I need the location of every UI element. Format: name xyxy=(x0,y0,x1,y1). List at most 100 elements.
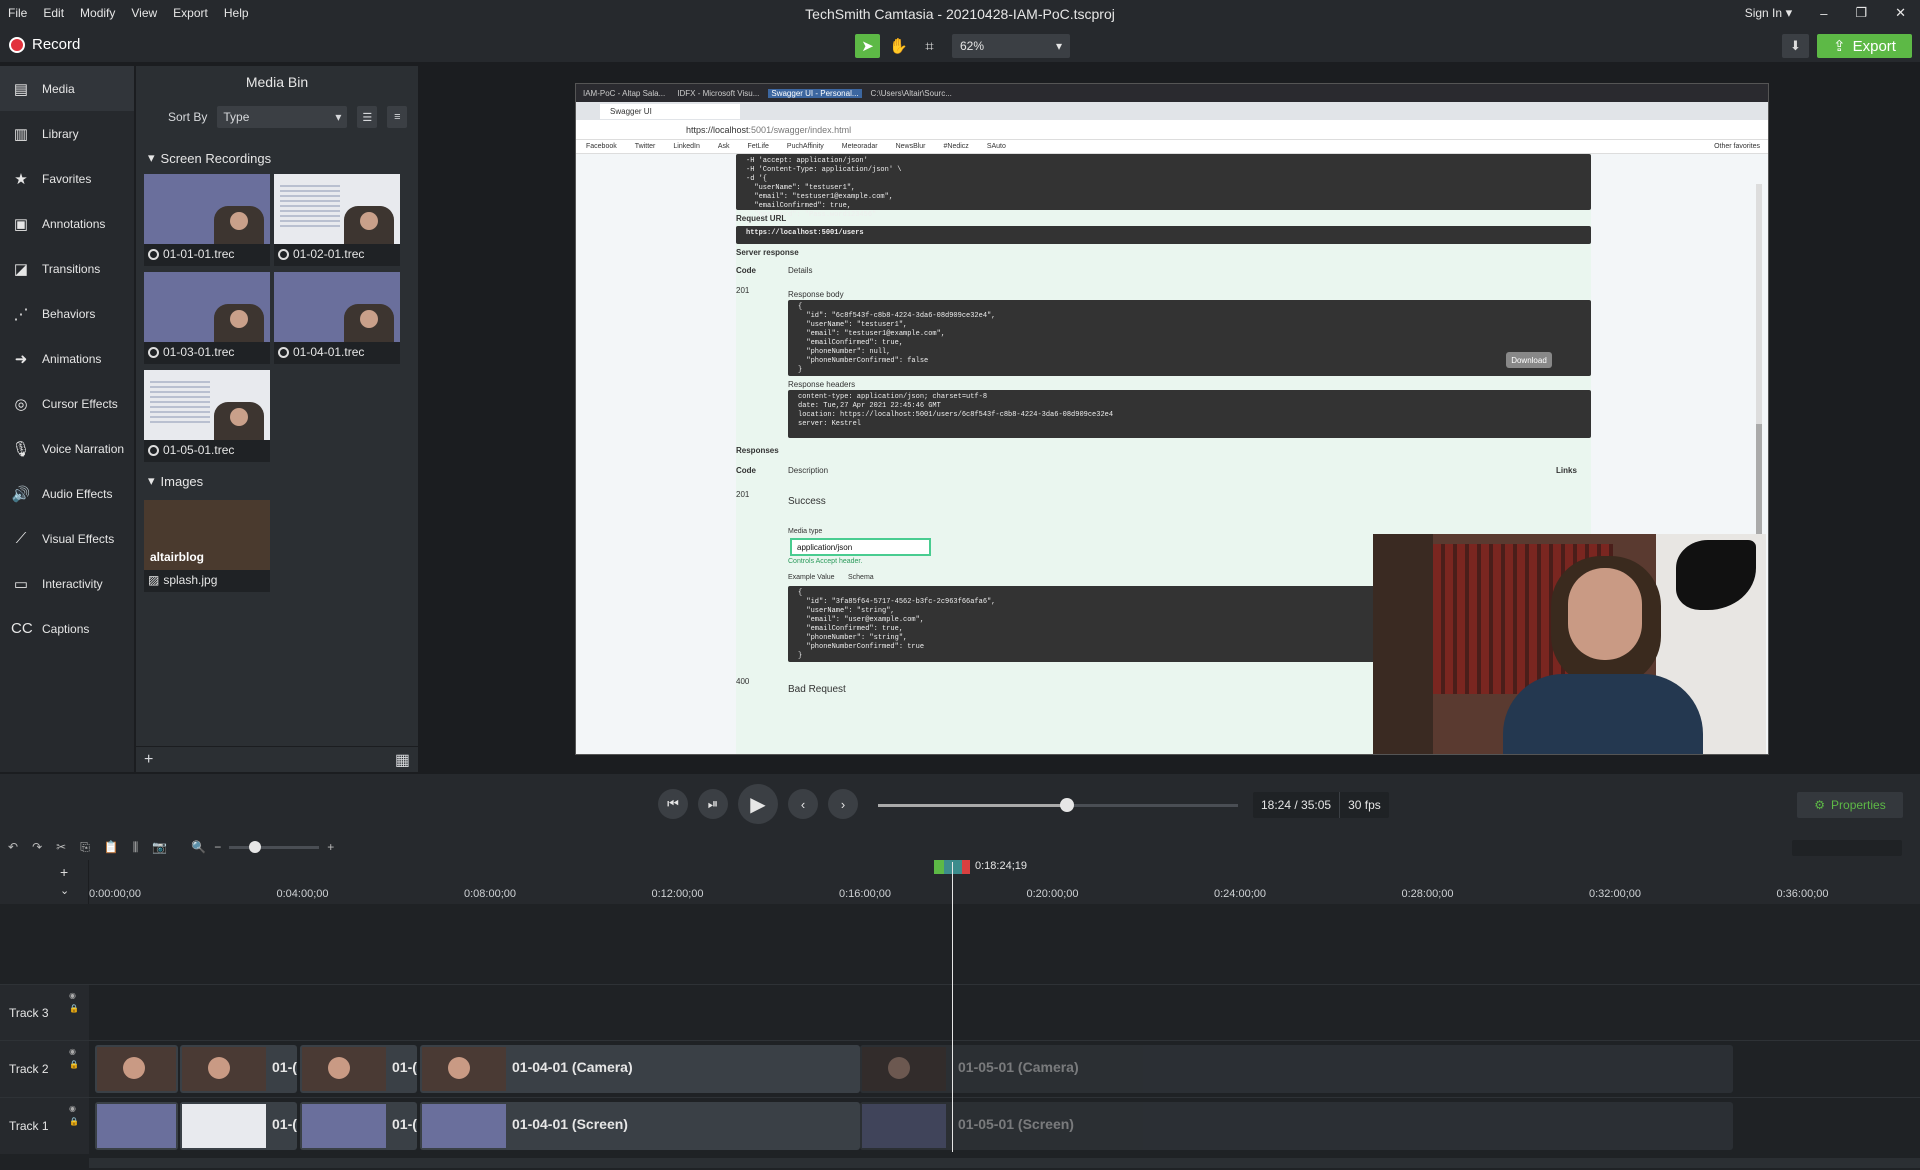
eye-icon[interactable]: ◉ xyxy=(69,1104,79,1113)
pan-tool-button[interactable]: ✋ xyxy=(886,34,911,58)
copy-icon[interactable]: ⎘ xyxy=(80,840,90,855)
eye-icon[interactable]: ◉ xyxy=(69,991,79,1000)
scrubber[interactable] xyxy=(878,798,1238,812)
minimize-button[interactable]: – xyxy=(1820,6,1827,21)
zoom-out-icon[interactable]: − xyxy=(214,840,221,854)
sidebar-item-interactivity[interactable]: ▭ Interactivity xyxy=(0,561,134,606)
sidebar-item-behaviors[interactable]: ⋰ Behaviors xyxy=(0,291,134,336)
sidebar-item-favorites[interactable]: ★ Favorites xyxy=(0,156,134,201)
timeline-clip[interactable] xyxy=(95,1102,178,1150)
timeline-clip[interactable]: 01-( xyxy=(180,1045,297,1093)
scrubber-knob[interactable] xyxy=(1059,798,1074,812)
sidebar-item-label: Animations xyxy=(42,351,102,366)
media-item-recording[interactable]: 01-03-01.trec xyxy=(144,272,270,364)
sidebar-item-visual-effects[interactable]: ⟋ Visual Effects xyxy=(0,516,134,561)
zoom-select[interactable]: 62% ▾ xyxy=(952,34,1070,58)
snapshot-icon[interactable]: 📷 xyxy=(152,840,167,854)
timeline-scrollbar[interactable] xyxy=(89,1158,1920,1168)
properties-button[interactable]: ⚙ Properties xyxy=(1797,792,1903,818)
timeline-clip[interactable]: 01-04-01 (Camera) xyxy=(420,1045,860,1093)
lock-icon[interactable]: 🔒 xyxy=(69,1060,79,1069)
zoom-slider[interactable] xyxy=(229,840,320,853)
sort-order-button[interactable]: ≡ xyxy=(387,106,408,128)
crop-tool-button[interactable]: ⌗ xyxy=(917,34,942,58)
lock-icon[interactable]: 🔒 xyxy=(69,1117,79,1126)
grid-view-icon[interactable]: ▦ xyxy=(395,750,410,770)
next-marker-button[interactable]: › xyxy=(828,789,858,819)
sidebar-item-voice-narration[interactable]: 🎙 Voice Narration xyxy=(0,426,134,471)
magnifier-icon[interactable]: 🔍 xyxy=(191,840,206,854)
split-icon[interactable]: ⫼ xyxy=(133,840,139,855)
menu-view[interactable]: View xyxy=(131,6,157,20)
sidebar-item-audio-effects[interactable]: 🔊 Audio Effects xyxy=(0,471,134,516)
clip-thumbnail xyxy=(182,1104,266,1148)
menu-edit[interactable]: Edit xyxy=(43,6,64,20)
sidebar-item-captions[interactable]: CC Captions xyxy=(0,606,134,651)
zoom-in-icon[interactable]: + xyxy=(327,840,334,854)
undo-icon[interactable]: ↶ xyxy=(8,840,18,854)
select-tool-button[interactable]: ➤ xyxy=(855,34,880,58)
sort-select[interactable]: Type ▾ xyxy=(217,106,348,128)
close-button[interactable]: ✕ xyxy=(1895,5,1906,21)
section-images[interactable]: ▾ Images xyxy=(148,473,203,489)
timeline-clip[interactable]: 01-( xyxy=(300,1102,417,1150)
menu-export[interactable]: Export xyxy=(173,6,208,20)
download-button[interactable]: ⬇ xyxy=(1782,34,1809,58)
cut-icon[interactable]: ✂ xyxy=(56,840,66,854)
media-type-select[interactable]: application/json xyxy=(790,538,931,556)
menu-help[interactable]: Help xyxy=(224,6,249,20)
sidebar-item-animations[interactable]: ➜ Animations xyxy=(0,336,134,381)
sidebar-item-cursor-effects[interactable]: ◎ Cursor Effects xyxy=(0,381,134,426)
add-media-button[interactable]: + xyxy=(144,751,153,769)
timeline-search[interactable] xyxy=(1792,840,1902,856)
sidebar-item-library[interactable]: ▥ Library xyxy=(0,111,134,156)
playhead-in-handle[interactable] xyxy=(934,860,944,874)
timeline-clip[interactable]: 01-05-01 (Screen) xyxy=(860,1102,1733,1150)
menu-file[interactable]: File xyxy=(8,6,27,20)
media-item-recording[interactable]: 01-05-01.trec xyxy=(144,370,270,462)
sidebar-item-transitions[interactable]: ◪ Transitions xyxy=(0,246,134,291)
export-button[interactable]: ⇪ Export xyxy=(1817,34,1912,58)
webcam-overlay[interactable] xyxy=(1373,534,1766,754)
menu-modify[interactable]: Modify xyxy=(80,6,115,20)
redo-icon[interactable]: ↷ xyxy=(32,840,42,854)
previous-marker-button[interactable]: ‹ xyxy=(788,789,818,819)
playhead-out-handle[interactable] xyxy=(962,860,970,874)
schema-tab[interactable]: Schema xyxy=(848,574,874,581)
media-item-splash[interactable]: altairblog ▨ splash.jpg xyxy=(144,500,270,592)
timeline-clip[interactable]: 01-04-01 (Screen) xyxy=(420,1102,860,1150)
ruler-tick-label: 0:20:00;00 xyxy=(1026,888,1079,900)
splash-thumbnail: altairblog xyxy=(144,500,270,570)
media-item-recording[interactable]: 01-04-01.trec xyxy=(274,272,400,364)
window-title: TechSmith Camtasia - 20210428-IAM-PoC.ts… xyxy=(805,6,1115,22)
timeline-clip[interactable]: 01-( xyxy=(300,1045,417,1093)
section-screen-recordings[interactable]: ▾ Screen Recordings xyxy=(148,150,271,166)
media-item-recording[interactable]: 01-02-01.trec xyxy=(274,174,400,266)
add-track-icon[interactable]: + xyxy=(60,864,68,880)
lock-icon[interactable]: 🔒 xyxy=(69,1004,79,1013)
sidebar-item-label: Media xyxy=(42,81,75,96)
timeline-clip[interactable] xyxy=(95,1045,178,1093)
view-details-button[interactable]: ☰ xyxy=(357,106,378,128)
play-button[interactable]: ▶ xyxy=(738,784,778,824)
step-back-button[interactable]: ⏮ xyxy=(658,789,688,819)
sidebar-item-annotations[interactable]: ▣ Annotations xyxy=(0,201,134,246)
canvas-preview[interactable]: IAM-PoC - Altap Sala... IDFX - Microsoft… xyxy=(575,83,1769,755)
zoom-slider-knob[interactable] xyxy=(249,840,262,853)
timeline-clip[interactable]: 01-05-01 (Camera) xyxy=(860,1045,1733,1093)
clip-thumbnail xyxy=(862,1047,946,1091)
sidebar-item-media[interactable]: ▤ Media xyxy=(0,66,134,111)
playhead-handle[interactable] xyxy=(944,860,962,874)
sign-in-button[interactable]: Sign In ▾ xyxy=(1745,5,1793,21)
timeline-clip[interactable]: 01-( xyxy=(180,1102,297,1150)
media-item-recording[interactable]: 01-01-01.trec xyxy=(144,174,270,266)
step-forward-button[interactable]: ⏯ xyxy=(698,789,728,819)
chevron-down-icon[interactable]: ⌄ xyxy=(60,884,69,897)
download-response-button[interactable]: Download xyxy=(1506,352,1552,368)
paste-icon[interactable]: 📋 xyxy=(104,840,119,854)
example-value-tab[interactable]: Example Value xyxy=(788,574,835,581)
restore-button[interactable]: ❐ xyxy=(1855,5,1867,21)
record-button[interactable]: Record xyxy=(9,36,80,53)
eye-icon[interactable]: ◉ xyxy=(69,1047,79,1056)
behaviors-icon: ⋰ xyxy=(13,305,29,323)
